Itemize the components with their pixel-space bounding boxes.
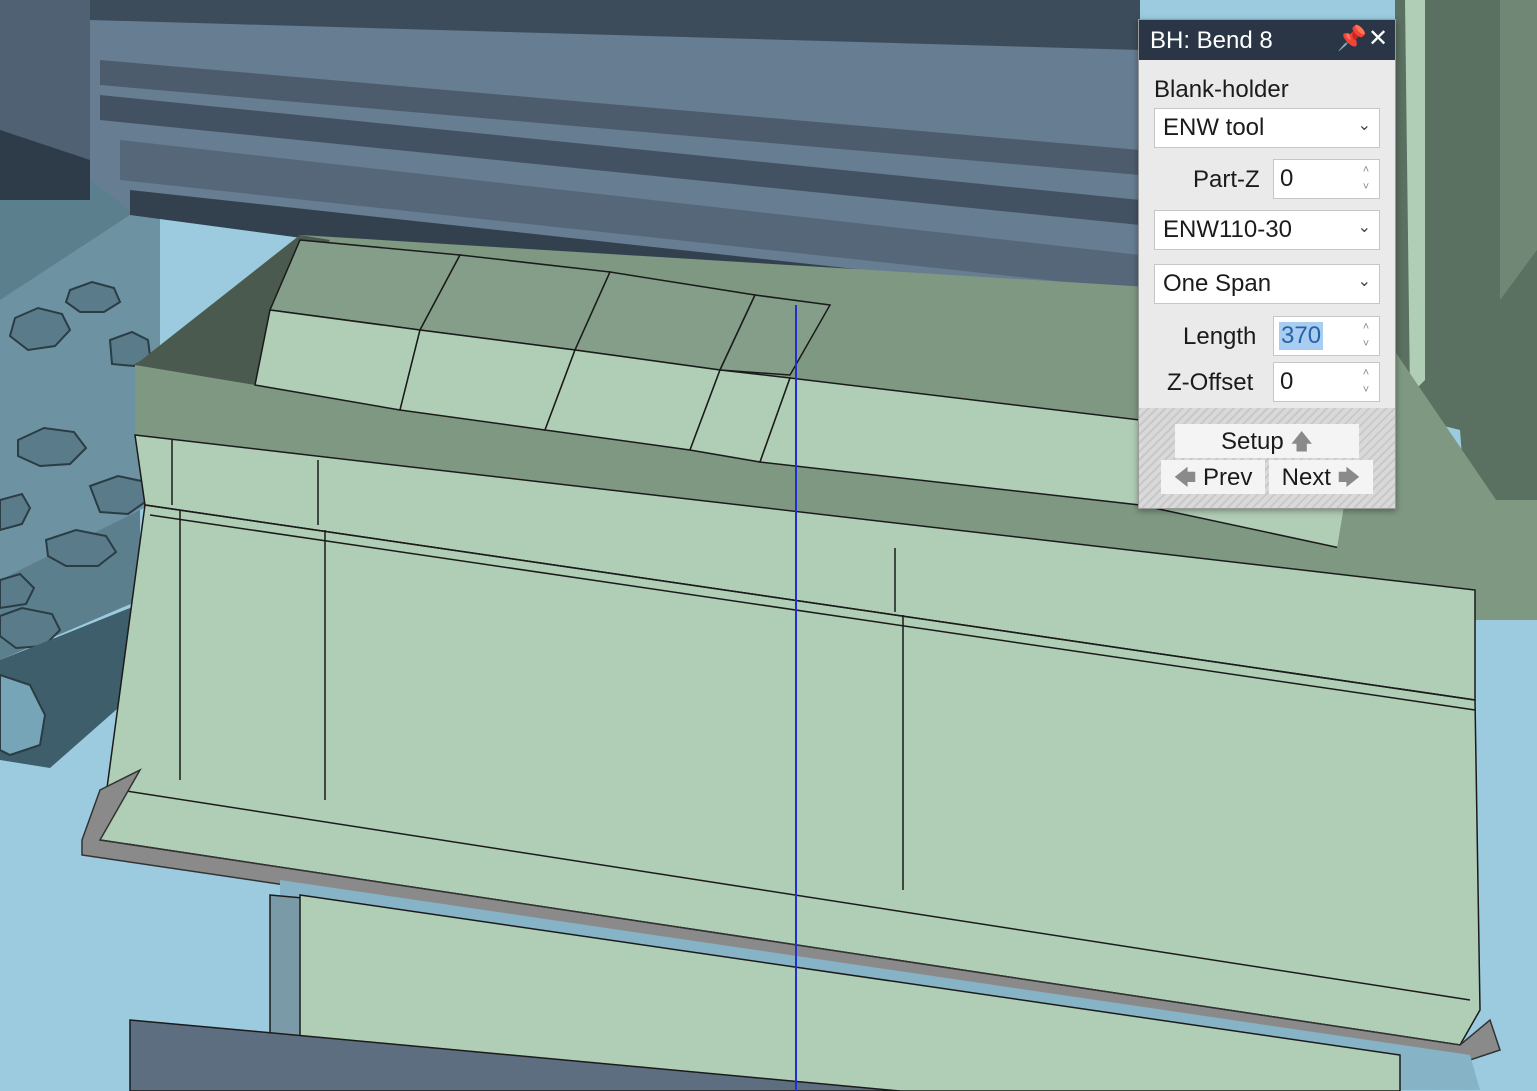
- blank-holder-label: Blank-holder: [1154, 76, 1289, 103]
- z-offset-value: 0: [1280, 368, 1294, 395]
- part-z-value: 0: [1280, 165, 1294, 192]
- part-z-label: Part-Z: [1193, 166, 1260, 193]
- blank-holder-panel: BH: Bend 8 📌 ✕ Blank-holder ENW tool ⌄ P…: [1138, 19, 1396, 509]
- length-value: 370: [1279, 322, 1324, 350]
- tool-select[interactable]: ENW tool ⌄: [1154, 108, 1380, 148]
- setup-button[interactable]: Setup 🡅: [1175, 424, 1359, 458]
- spin-up-icon[interactable]: ˄: [1359, 163, 1373, 177]
- span-select[interactable]: One Span ⌄: [1154, 264, 1380, 304]
- tool-select-value: ENW tool: [1163, 114, 1265, 141]
- prev-button[interactable]: 🡄 Prev: [1161, 460, 1265, 494]
- z-offset-input[interactable]: 0 ˄ ˅: [1273, 362, 1380, 402]
- spin-down-icon[interactable]: ˅: [1359, 337, 1373, 351]
- chevron-down-icon: ⌄: [1357, 117, 1371, 134]
- arrow-left-icon: 🡄: [1173, 465, 1197, 490]
- spin-up-icon[interactable]: ˄: [1359, 366, 1373, 380]
- tool-type-select-value: ENW110-30: [1163, 216, 1292, 243]
- close-icon[interactable]: ✕: [1365, 26, 1391, 52]
- chevron-down-icon: ⌄: [1357, 219, 1371, 236]
- pin-icon[interactable]: 📌: [1337, 26, 1367, 52]
- chevron-down-icon: ⌄: [1357, 273, 1371, 290]
- next-label: Next: [1281, 464, 1331, 491]
- z-offset-label: Z-Offset: [1167, 369, 1254, 396]
- setup-label: Setup: [1220, 428, 1284, 455]
- arrow-right-icon: 🡆: [1337, 465, 1361, 490]
- next-button[interactable]: Next 🡆: [1269, 460, 1373, 494]
- spin-down-icon[interactable]: ˅: [1359, 383, 1373, 397]
- length-input[interactable]: 370 ˄ ˅: [1273, 316, 1380, 356]
- arrow-up-icon: 🡅: [1290, 429, 1313, 454]
- spin-up-icon[interactable]: ˄: [1359, 320, 1373, 334]
- panel-title: BH: Bend 8: [1150, 27, 1273, 54]
- panel-title-bar: BH: Bend 8 📌 ✕: [1139, 20, 1395, 60]
- prev-label: Prev: [1203, 464, 1253, 491]
- tool-type-select[interactable]: ENW110-30 ⌄: [1154, 210, 1380, 250]
- part-z-input[interactable]: 0 ˄ ˅: [1273, 159, 1380, 199]
- length-label: Length: [1183, 323, 1257, 350]
- span-select-value: One Span: [1163, 270, 1272, 297]
- navigation-bar: Setup 🡅 🡄 Prev Next 🡆: [1139, 408, 1395, 508]
- spin-down-icon[interactable]: ˅: [1359, 180, 1373, 194]
